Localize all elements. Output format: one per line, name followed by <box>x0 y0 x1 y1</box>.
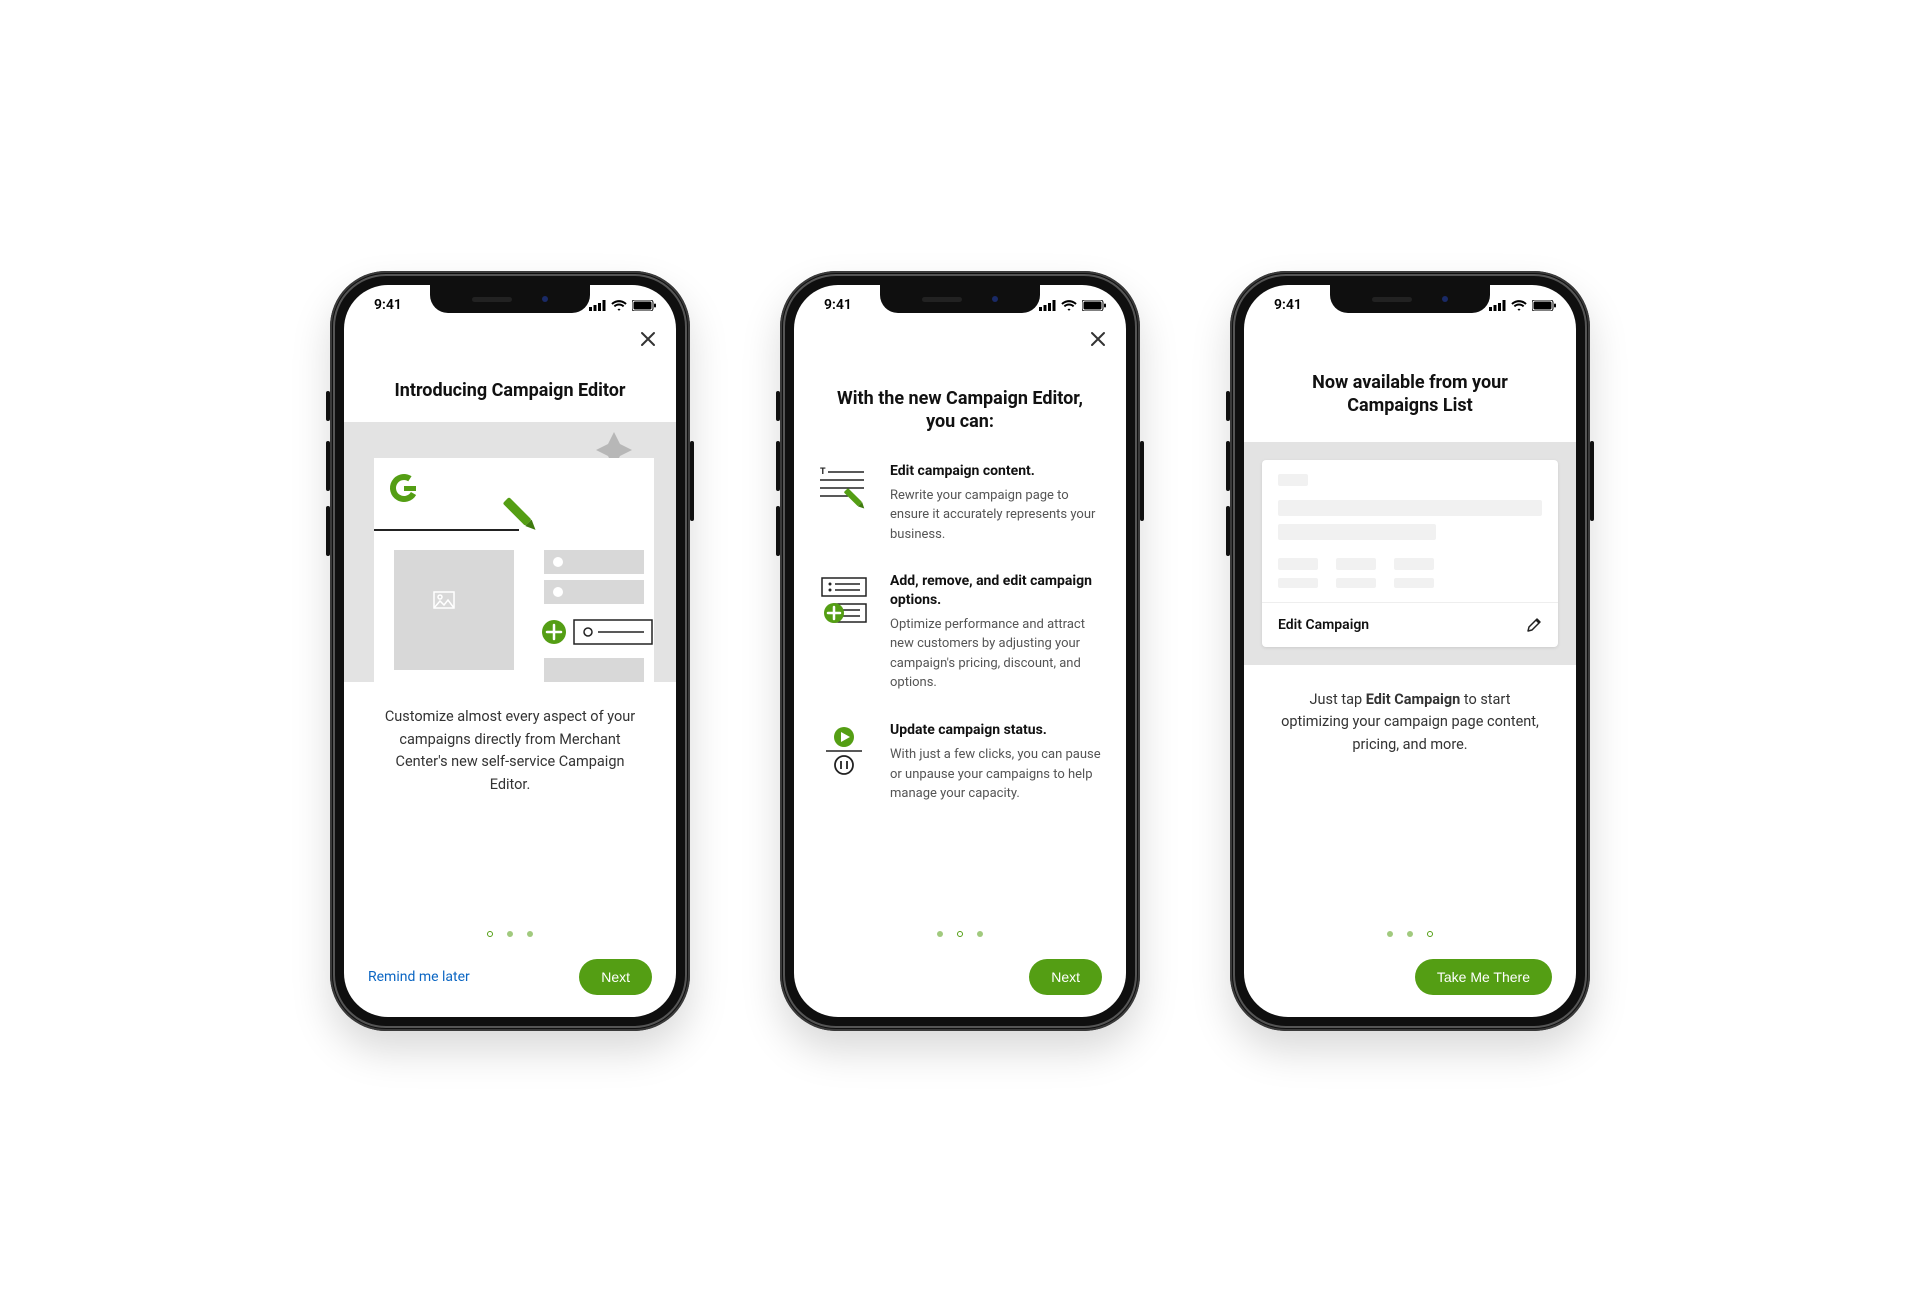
pager-dot <box>1407 931 1413 937</box>
battery-icon <box>632 300 656 311</box>
close-icon[interactable] <box>1088 329 1108 349</box>
remind-later-link[interactable]: Remind me later <box>368 969 470 985</box>
campaign-card-preview: Edit Campaign <box>1244 442 1576 665</box>
battery-icon <box>1082 300 1106 311</box>
status-time: 9:41 <box>824 297 852 313</box>
feature-heading: Update campaign status. <box>890 721 1102 739</box>
signal-icon <box>589 300 606 311</box>
pager-dot <box>957 931 963 937</box>
next-button[interactable]: Next <box>579 959 652 995</box>
pager-dot <box>1427 931 1433 937</box>
edit-options-icon <box>818 572 870 692</box>
feature-body: Rewrite your campaign page to ensure it … <box>890 486 1102 545</box>
page-indicator <box>368 931 652 937</box>
pager-dot <box>937 931 943 937</box>
edit-campaign-row[interactable]: Edit Campaign <box>1262 602 1558 647</box>
onboarding-title: Now available from your Campaigns List <box>1288 371 1532 418</box>
pencil-icon <box>1526 617 1542 633</box>
phone-mockup-3: 9:41 Now available from your Campaigns L… <box>1230 271 1590 1031</box>
pager-dot <box>507 931 513 937</box>
screen-1: 9:41 Introducing Campaign Editor <box>344 285 676 1017</box>
next-button[interactable]: Next <box>1029 959 1102 995</box>
phone-mockup-1: 9:41 Introducing Campaign Editor <box>330 271 690 1031</box>
body-bold: Edit Campaign <box>1366 691 1461 708</box>
phone-mockup-2: 9:41 With the new Campaign Editor, you c… <box>780 271 1140 1031</box>
page-indicator <box>818 931 1102 937</box>
close-icon[interactable] <box>638 329 658 349</box>
status-icons <box>589 300 656 311</box>
wifi-icon <box>1511 300 1527 311</box>
body-prefix: Just tap <box>1310 691 1366 708</box>
feature-edit-options: Add, remove, and edit campaign options. … <box>818 572 1102 692</box>
status-time: 9:41 <box>374 297 402 313</box>
feature-update-status: Update campaign status. With just a few … <box>818 721 1102 804</box>
feature-edit-content: T Edit campaign content. Rewrite your ca… <box>818 462 1102 545</box>
onboarding-body: Customize almost every aspect of your ca… <box>374 706 646 796</box>
pager-dot <box>1387 931 1393 937</box>
feature-body: With just a few clicks, you can pause or… <box>890 745 1102 804</box>
svg-text:T: T <box>820 467 826 477</box>
status-icons <box>1489 300 1556 311</box>
screen-2: 9:41 With the new Campaign Editor, you c… <box>794 285 1126 1017</box>
page-indicator <box>1268 931 1552 937</box>
screen-3: 9:41 Now available from your Campaigns L… <box>1244 285 1576 1017</box>
onboarding-title: Introducing Campaign Editor <box>368 379 652 402</box>
signal-icon <box>1039 300 1056 311</box>
wifi-icon <box>611 300 627 311</box>
pager-dot <box>527 931 533 937</box>
status-icons <box>1039 300 1106 311</box>
pager-dot <box>977 931 983 937</box>
wifi-icon <box>1061 300 1077 311</box>
signal-icon <box>1489 300 1506 311</box>
feature-heading: Edit campaign content. <box>890 462 1102 480</box>
onboarding-illustration <box>344 422 676 682</box>
status-time: 9:41 <box>1274 297 1302 313</box>
pager-dot <box>487 931 493 937</box>
take-me-there-button[interactable]: Take Me There <box>1415 959 1552 995</box>
battery-icon <box>1532 300 1556 311</box>
update-status-icon <box>818 721 870 804</box>
onboarding-title: With the new Campaign Editor, you can: <box>828 387 1092 434</box>
feature-heading: Add, remove, and edit campaign options. <box>890 572 1102 608</box>
edit-campaign-label: Edit Campaign <box>1278 617 1369 633</box>
edit-content-icon: T <box>818 462 870 545</box>
feature-body: Optimize performance and attract new cus… <box>890 615 1102 693</box>
onboarding-body: Just tap Edit Campaign to start optimizi… <box>1274 689 1546 756</box>
